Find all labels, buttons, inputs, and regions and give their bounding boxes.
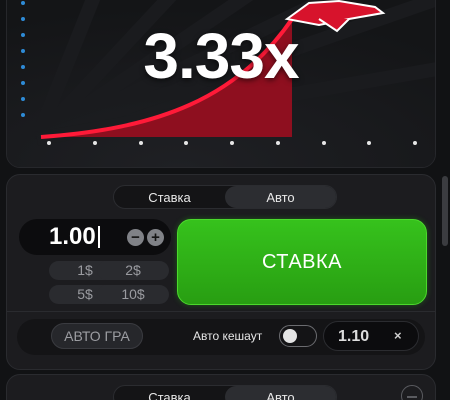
scrollbar-thumb[interactable] <box>442 176 448 246</box>
tab-bet[interactable]: Ставка <box>114 186 225 208</box>
auto-cashout-field[interactable]: 1.10 × <box>323 321 419 351</box>
tab-auto-2[interactable]: Авто <box>225 386 336 400</box>
quick-amount-2[interactable]: 2$ <box>97 261 169 280</box>
second-bet-panel: Ставка Авто <box>6 374 436 400</box>
multiplier-display: 3.33x <box>143 20 299 92</box>
x-axis-dots <box>47 141 417 145</box>
game-canvas: 3.33x <box>6 0 436 168</box>
increase-amount-button[interactable]: + <box>147 229 164 246</box>
mode-switch: Ставка Авто <box>113 185 337 209</box>
place-bet-button[interactable]: СТАВКА <box>177 219 427 305</box>
tab-bet-2[interactable]: Ставка <box>114 386 225 400</box>
bet-amount-value[interactable]: 1.00 <box>49 223 96 251</box>
toggle-knob <box>283 329 297 343</box>
tab-auto[interactable]: Авто <box>225 186 336 208</box>
auto-game-button[interactable]: АВТО ГРА <box>51 323 143 349</box>
panel-divider <box>7 311 435 312</box>
mode-switch-2: Ставка Авто <box>113 385 337 400</box>
clear-cashout-icon[interactable]: × <box>394 328 402 343</box>
bet-amount-field[interactable]: 1.00 − + <box>19 219 171 255</box>
auto-cashout-label: Авто кешаут <box>193 329 263 343</box>
remove-panel-button[interactable] <box>401 385 423 400</box>
text-caret <box>97 226 100 248</box>
decrease-amount-button[interactable]: − <box>127 229 144 246</box>
bet-panel: Ставка Авто 1.00 − + 1$ 2$ 5$ 10$ СТАВКА… <box>6 174 436 370</box>
auto-cashout-value[interactable]: 1.10 <box>338 328 369 346</box>
quick-amount-10[interactable]: 10$ <box>97 285 169 304</box>
auto-cashout-toggle[interactable] <box>279 325 317 347</box>
